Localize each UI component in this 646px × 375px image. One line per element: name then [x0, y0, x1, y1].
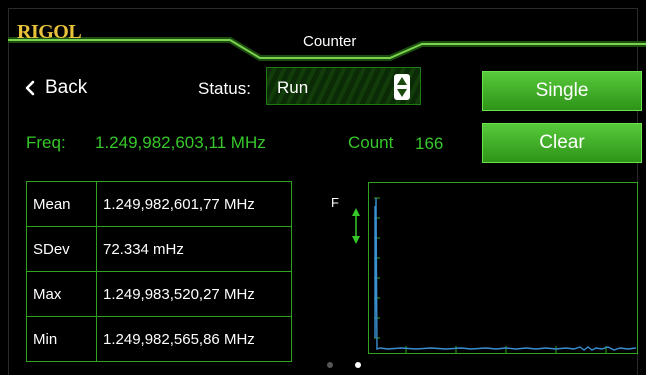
- back-button[interactable]: Back: [24, 77, 87, 99]
- single-button[interactable]: Single: [482, 71, 642, 111]
- table-row: Min 1.249,982,565,86 MHz: [26, 316, 292, 362]
- status-value: Run: [277, 78, 309, 97]
- table-row: Mean 1.249,982,601,77 MHz: [26, 181, 292, 227]
- trend-trace: [374, 197, 637, 351]
- header-bar: [8, 37, 646, 61]
- freq-value: 1.249,982,603,11 MHz: [95, 133, 266, 152]
- chevron-left-icon: [25, 80, 35, 96]
- statistics-table: Mean 1.249,982,601,77 MHz SDev 72.334 mH…: [26, 181, 292, 362]
- up-down-arrows-icon[interactable]: [394, 74, 410, 100]
- stat-label: Max: [26, 271, 97, 317]
- scale-arrows-icon: [352, 208, 360, 244]
- plot-ticks: [374, 197, 607, 353]
- clear-button[interactable]: Clear: [482, 123, 642, 163]
- page-indicator-dot[interactable]: [327, 362, 333, 368]
- page-title: Counter: [303, 33, 357, 50]
- status-select[interactable]: Run: [266, 67, 421, 105]
- stat-label: Mean: [26, 181, 97, 227]
- stat-label: Min: [26, 316, 97, 362]
- freq-label: Freq:: [26, 133, 66, 152]
- rigol-logo: RIGOL: [17, 21, 82, 43]
- back-label: Back: [45, 77, 88, 98]
- stat-value: 72.334 mHz: [96, 226, 292, 272]
- status-label: Status:: [198, 79, 251, 98]
- page-indicator-dot-active[interactable]: [355, 362, 361, 368]
- stat-value: 1.249,982,601,77 MHz: [96, 181, 292, 227]
- stat-value: 1.249,982,565,86 MHz: [96, 316, 292, 362]
- stat-label: SDev: [26, 226, 97, 272]
- plot-axis-label: F: [331, 195, 339, 210]
- plot-frame: [368, 182, 638, 354]
- counter-screen: RIGOL Counter Back Status: Run Single Cl…: [0, 0, 646, 375]
- count-value: 166: [415, 134, 444, 153]
- frequency-trend-plot: [352, 182, 638, 354]
- stat-value: 1.249,983,520,27 MHz: [96, 271, 292, 317]
- table-row: SDev 72.334 mHz: [26, 226, 292, 272]
- table-row: Max 1.249,983,520,27 MHz: [26, 271, 292, 317]
- count-label: Count: [348, 133, 394, 152]
